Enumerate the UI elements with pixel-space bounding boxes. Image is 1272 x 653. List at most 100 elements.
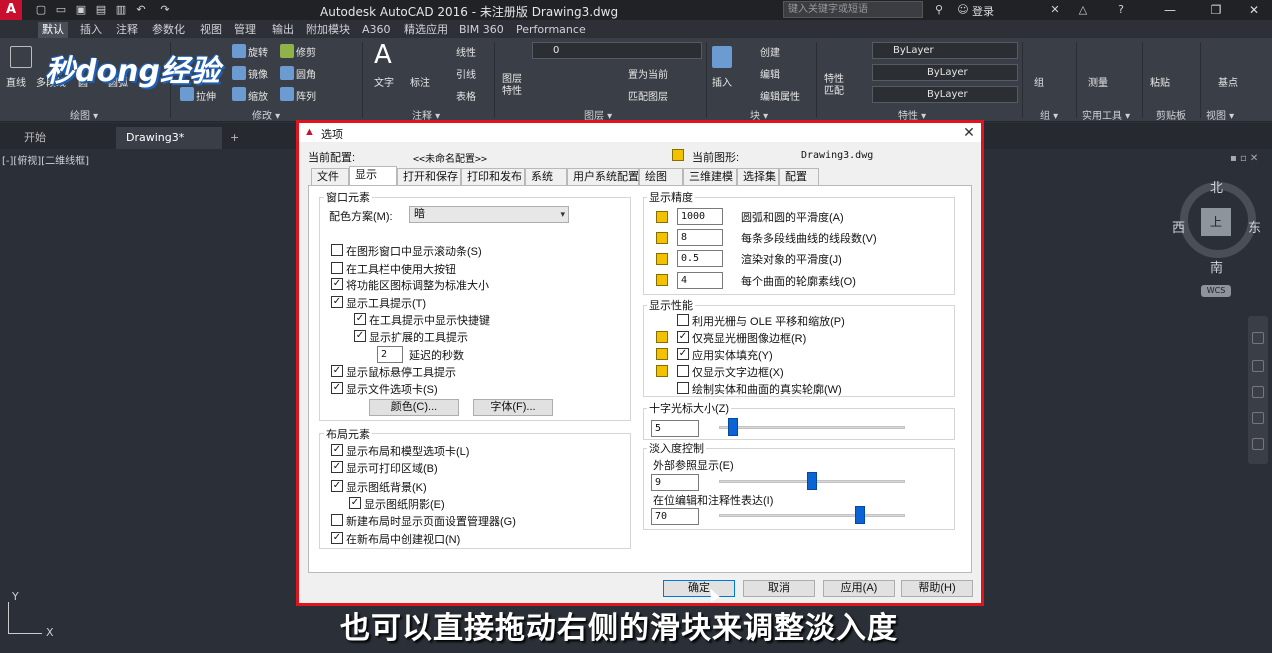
compass-east[interactable]: 东 <box>1248 217 1261 236</box>
checkbox-create-viewport[interactable] <box>331 532 343 544</box>
checkbox-tooltips[interactable] <box>331 296 343 308</box>
tab-plot-publish[interactable]: 打印和发布 <box>461 168 525 185</box>
checkbox-printable-area[interactable] <box>331 461 343 473</box>
ribbon-tab-performance[interactable]: Performance <box>512 22 590 38</box>
linetype-combo[interactable]: ByLayer <box>872 64 1018 81</box>
rendered-smoothness-input[interactable]: 0.5 <box>677 250 723 267</box>
rotate-tool[interactable]: 旋转 <box>248 44 268 59</box>
checkbox-scrollbars[interactable] <box>331 244 343 256</box>
binoculars-icon[interactable]: ⚲ <box>932 3 946 17</box>
line-icon[interactable] <box>10 46 32 68</box>
checkbox-large-buttons[interactable] <box>331 262 343 274</box>
checkbox-paper-shadow[interactable] <box>349 497 361 509</box>
apply-button[interactable]: 应用(A) <box>823 580 895 597</box>
ribbon-tab-manage[interactable]: 管理 <box>230 22 260 38</box>
checkbox-rollover-tooltips[interactable] <box>331 365 343 377</box>
checkbox-raster-ole[interactable] <box>677 314 689 326</box>
restore-button[interactable]: ❐ <box>1196 0 1236 20</box>
help-icon[interactable]: ? <box>1114 3 1128 17</box>
a360-icon[interactable]: △ <box>1076 3 1090 17</box>
view-panel-title[interactable]: 视图 ▾ <box>1206 107 1234 122</box>
ribbon-tab-featured[interactable]: 精选应用 <box>400 22 452 38</box>
scale-tool[interactable]: 缩放 <box>248 88 268 103</box>
tab-3d-modeling[interactable]: 三维建模 <box>683 168 737 185</box>
line-tool-label[interactable]: 直线 <box>6 74 26 89</box>
steering-wheel-icon[interactable] <box>1252 332 1264 344</box>
stretch-tool[interactable]: 拉伸 <box>196 88 216 103</box>
viewcube-top-face[interactable]: 上 <box>1201 208 1231 236</box>
crosshair-slider-thumb[interactable] <box>727 418 738 436</box>
help-button[interactable]: 帮助(H) <box>901 580 973 597</box>
mirror-tool[interactable]: 镜像 <box>248 66 268 81</box>
save-as-icon[interactable]: ▤ <box>94 3 108 17</box>
contour-lines-input[interactable]: 4 <box>677 272 723 289</box>
app-menu-button[interactable]: A <box>0 0 22 20</box>
paste-tool-label[interactable]: 粘贴 <box>1150 74 1170 89</box>
open-file-icon[interactable]: ▭ <box>54 3 68 17</box>
linear-dim-tool[interactable]: 线性 <box>456 44 476 59</box>
ribbon-tab-a360[interactable]: A360 <box>358 22 395 38</box>
ribbon-tab-parametric[interactable]: 参数化 <box>148 22 189 38</box>
properties-panel-title[interactable]: 特性 ▾ <box>898 107 926 122</box>
match-layer-tool[interactable]: 匹配图层 <box>628 88 668 103</box>
dialog-title-bar[interactable]: ▲ 选项 ✕ <box>299 123 981 142</box>
base-view-label[interactable]: 基点 <box>1218 74 1238 89</box>
ribbon-tab-annotate[interactable]: 注释 <box>112 22 142 38</box>
draw-panel-title[interactable]: 绘图 ▾ <box>70 107 98 122</box>
new-file-icon[interactable]: ▢ <box>34 3 48 17</box>
trim-tool[interactable]: 修剪 <box>296 44 316 59</box>
table-tool[interactable]: 表格 <box>456 88 476 103</box>
layer-combo[interactable]: 0 <box>532 42 702 59</box>
checkbox-true-silhouettes[interactable] <box>677 382 689 394</box>
tab-open-save[interactable]: 打开和保存 <box>397 168 461 185</box>
tab-drafting[interactable]: 绘图 <box>639 168 683 185</box>
checkbox-page-setup-manager[interactable] <box>331 514 343 526</box>
xref-fade-input[interactable]: 9 <box>651 474 699 491</box>
ribbon-tab-output[interactable]: 输出 <box>268 22 298 38</box>
tab-drawing3[interactable]: Drawing3* <box>116 127 222 149</box>
exchange-icon[interactable]: ✕ <box>1048 3 1062 17</box>
tab-user-preferences[interactable]: 用户系统配置 <box>567 168 639 185</box>
tab-files[interactable]: 文件 <box>311 168 349 185</box>
redo-icon[interactable]: ↷ <box>158 3 172 17</box>
leader-tool[interactable]: 引线 <box>456 66 476 81</box>
ok-button[interactable]: 确定 <box>663 580 735 597</box>
utilities-panel-title[interactable]: 实用工具 ▾ <box>1082 107 1130 122</box>
tooltip-delay-input[interactable]: 2 <box>377 346 403 363</box>
wcs-menu[interactable]: WCS <box>1201 285 1231 297</box>
inplace-fade-slider-track[interactable] <box>719 514 905 517</box>
group-tool-label[interactable]: 组 <box>1034 74 1044 89</box>
add-tab-button[interactable]: + <box>224 127 239 149</box>
pan-icon[interactable] <box>1252 360 1264 372</box>
compass-north[interactable]: 北 <box>1210 177 1223 196</box>
block-panel-title[interactable]: 块 ▾ <box>750 107 768 122</box>
crosshair-size-input[interactable]: 5 <box>651 420 699 437</box>
crosshair-slider-track[interactable] <box>719 426 905 429</box>
checkbox-solid-fill[interactable] <box>677 348 689 360</box>
edit-block-tool[interactable]: 编辑 <box>760 66 780 81</box>
layers-panel-title[interactable]: 图层 ▾ <box>584 107 612 122</box>
close-window-button[interactable]: ✕ <box>1234 0 1272 20</box>
arc-smoothness-input[interactable]: 1000 <box>677 208 723 225</box>
create-block-tool[interactable]: 创建 <box>760 44 780 59</box>
ribbon-tab-addins[interactable]: 附加模块 <box>302 22 354 38</box>
undo-icon[interactable]: ↶ <box>134 3 148 17</box>
tab-display[interactable]: 显示 <box>349 166 397 185</box>
save-icon[interactable]: ▣ <box>74 3 88 17</box>
minimize-button[interactable]: — <box>1150 0 1190 20</box>
viewport-controls-label[interactable]: [-][俯视][二维线框] <box>2 152 89 167</box>
orbit-icon[interactable] <box>1252 412 1264 424</box>
lineweight-combo[interactable]: ByLayer <box>872 86 1018 103</box>
login-link[interactable]: 登录 <box>972 3 994 19</box>
ribbon-tab-default[interactable]: 默认 <box>38 22 68 38</box>
modify-panel-title[interactable]: 修改 ▾ <box>252 107 280 122</box>
cancel-button[interactable]: 取消 <box>743 580 815 597</box>
tab-selection[interactable]: 选择集 <box>737 168 779 185</box>
showmotion-icon[interactable] <box>1252 438 1264 450</box>
xref-fade-slider-thumb[interactable] <box>807 472 817 490</box>
checkbox-extended-tooltips[interactable] <box>354 330 366 342</box>
groups-panel-title[interactable]: 组 ▾ <box>1040 107 1058 122</box>
checkbox-text-boundary[interactable] <box>677 365 689 377</box>
measure-tool-label[interactable]: 测量 <box>1088 74 1108 89</box>
checkbox-raster-frame[interactable] <box>677 331 689 343</box>
